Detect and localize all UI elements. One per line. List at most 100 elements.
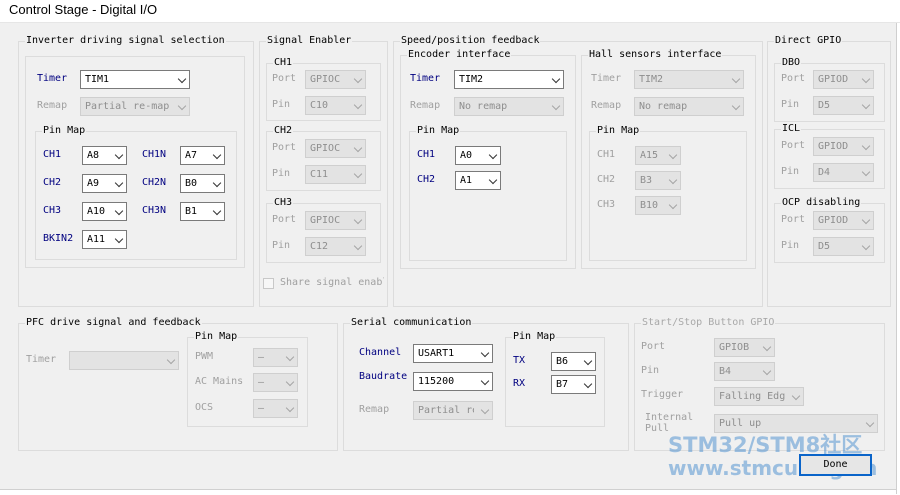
bkin2-value: A11 <box>87 234 106 245</box>
ch2n-select[interactable]: B0 <box>180 174 225 193</box>
se-ch1-port-label: Port <box>272 73 297 84</box>
chevron-down-icon <box>731 74 741 84</box>
hall-remap-label: Remap <box>591 100 622 111</box>
chevron-down-icon <box>212 206 222 216</box>
ocp-pin-select[interactable]: D5 <box>813 237 874 256</box>
chevron-down-icon <box>488 175 498 185</box>
se-ch2-pin-select[interactable]: C11 <box>305 165 366 184</box>
ch3n-label: CH3N <box>142 205 167 216</box>
chevron-down-icon <box>861 241 871 251</box>
chevron-down-icon <box>353 74 363 84</box>
encoder-ch1-select[interactable]: A0 <box>455 146 501 165</box>
window-title: Control Stage - Digital I/O <box>9 2 158 17</box>
serial-tx-value: B6 <box>556 356 569 367</box>
dbo-port-select[interactable]: GPIOD <box>813 70 874 89</box>
se-ch3-pin-select[interactable]: C12 <box>305 237 366 256</box>
icl-pin-select[interactable]: D4 <box>813 163 874 182</box>
icl-port-select[interactable]: GPIOD <box>813 137 874 156</box>
ch2n-value: B0 <box>185 178 198 189</box>
serial-remap-select[interactable]: Partial re <box>413 401 493 420</box>
ch1-value: A8 <box>87 150 100 161</box>
pfc-ocs-label: OCS <box>195 402 214 413</box>
hall-ch3-value: B10 <box>640 200 659 211</box>
chevron-down-icon <box>353 215 363 225</box>
encoder-remap-select[interactable]: No remap <box>454 97 564 116</box>
startstop-trigger-label: Trigger <box>641 389 684 400</box>
inverter-timer-select[interactable]: TIM1 <box>80 70 190 89</box>
inverter-timer-label: Timer <box>37 73 68 84</box>
done-button[interactable]: Done <box>799 454 872 476</box>
pfc-pwm-select[interactable]: — <box>253 348 298 367</box>
startstop-pull-select[interactable]: Pull up <box>714 414 878 433</box>
bkin2-select[interactable]: A11 <box>82 230 127 249</box>
ocp-port-select[interactable]: GPIOD <box>813 211 874 230</box>
startstop-pin-value: B4 <box>719 366 732 377</box>
startstop-trigger-value: Falling Edg <box>719 391 785 402</box>
pfc-acmains-select[interactable]: — <box>253 373 298 392</box>
encoder-timer-value: TIM2 <box>459 74 484 85</box>
serial-channel-select[interactable]: USART1 <box>413 344 493 363</box>
se-ch3-port-select[interactable]: GPIOC <box>305 211 366 230</box>
startstop-pull-label-line2: Pull <box>645 423 670 434</box>
se-ch1-pin-label: Pin <box>272 99 291 110</box>
chevron-down-icon <box>212 178 222 188</box>
encoder-ch1-label: CH1 <box>417 149 436 160</box>
serial-baud-label: Baudrate <box>359 371 408 382</box>
startstop-title: Start/Stop Button GPIO <box>641 317 776 329</box>
dbo-port-label: Port <box>781 73 806 84</box>
bkin2-label: BKIN2 <box>43 233 74 244</box>
hall-ch2-select[interactable]: B3 <box>635 171 681 190</box>
serial-tx-select[interactable]: B6 <box>551 352 596 371</box>
chevron-down-icon <box>114 206 124 216</box>
startstop-port-label: Port <box>641 341 666 352</box>
hall-ch1-label: CH1 <box>597 149 616 160</box>
dialog-body: Inverter driving signal selection Timer … <box>0 23 896 489</box>
hall-remap-value: No remap <box>639 101 688 112</box>
inverter-group-title: Inverter driving signal selection <box>25 35 226 47</box>
hall-remap-select[interactable]: No remap <box>634 97 744 116</box>
pfc-timer-select[interactable] <box>69 351 179 370</box>
ch2-select[interactable]: A9 <box>82 174 127 193</box>
startstop-port-select[interactable]: GPIOB <box>714 338 775 357</box>
ch3-select[interactable]: A10 <box>82 202 127 221</box>
ch1n-select[interactable]: A7 <box>180 146 225 165</box>
ch2-label: CH2 <box>43 177 62 188</box>
ch3n-select[interactable]: B1 <box>180 202 225 221</box>
se-ch1-port-select[interactable]: GPIOC <box>305 70 366 89</box>
se-ch3-port-value: GPIOC <box>310 215 341 226</box>
encoder-ch2-value: A1 <box>460 175 473 186</box>
dbo-pin-select[interactable]: D5 <box>813 96 874 115</box>
chevron-down-icon <box>177 101 187 111</box>
pfc-ocs-select[interactable]: — <box>253 399 298 418</box>
pfc-title: PFC drive signal and feedback <box>25 317 202 329</box>
hall-ch3-select[interactable]: B10 <box>635 196 681 215</box>
inverter-remap-select[interactable]: Partial re-map <box>80 97 190 116</box>
chevron-down-icon <box>791 391 801 401</box>
serial-rx-select[interactable]: B7 <box>551 375 596 394</box>
done-button-label: Done <box>823 459 848 470</box>
dbo-pin-label: Pin <box>781 99 800 110</box>
pfc-ocs-value: — <box>258 403 265 414</box>
chevron-down-icon <box>114 150 124 160</box>
encoder-title: Encoder interface <box>407 49 512 61</box>
chevron-down-icon <box>285 377 295 387</box>
share-signal-checkbox[interactable] <box>263 278 274 289</box>
hall-title: Hall sensors interface <box>588 49 723 61</box>
se-ch2-port-select[interactable]: GPIOC <box>305 139 366 158</box>
ch1-select[interactable]: A8 <box>82 146 127 165</box>
window-bottom-edge <box>0 489 896 495</box>
hall-ch1-select[interactable]: A15 <box>635 146 681 165</box>
encoder-remap-label: Remap <box>410 100 441 111</box>
ch3-value: A10 <box>87 206 106 217</box>
se-ch1-pin-select[interactable]: C10 <box>305 96 366 115</box>
startstop-pin-select[interactable]: B4 <box>714 362 775 381</box>
hall-timer-select[interactable]: TIM2 <box>634 70 744 89</box>
se-ch2-port-value: GPIOC <box>310 143 341 154</box>
encoder-ch2-select[interactable]: A1 <box>455 171 501 190</box>
encoder-timer-select[interactable]: TIM2 <box>454 70 564 89</box>
serial-baud-select[interactable]: 115200 <box>413 372 493 391</box>
window-right-edge <box>896 23 900 494</box>
startstop-trigger-select[interactable]: Falling Edg <box>714 387 804 406</box>
encoder-pinmap-title: Pin Map <box>416 125 461 137</box>
encoder-ch1-value: A0 <box>460 150 473 161</box>
